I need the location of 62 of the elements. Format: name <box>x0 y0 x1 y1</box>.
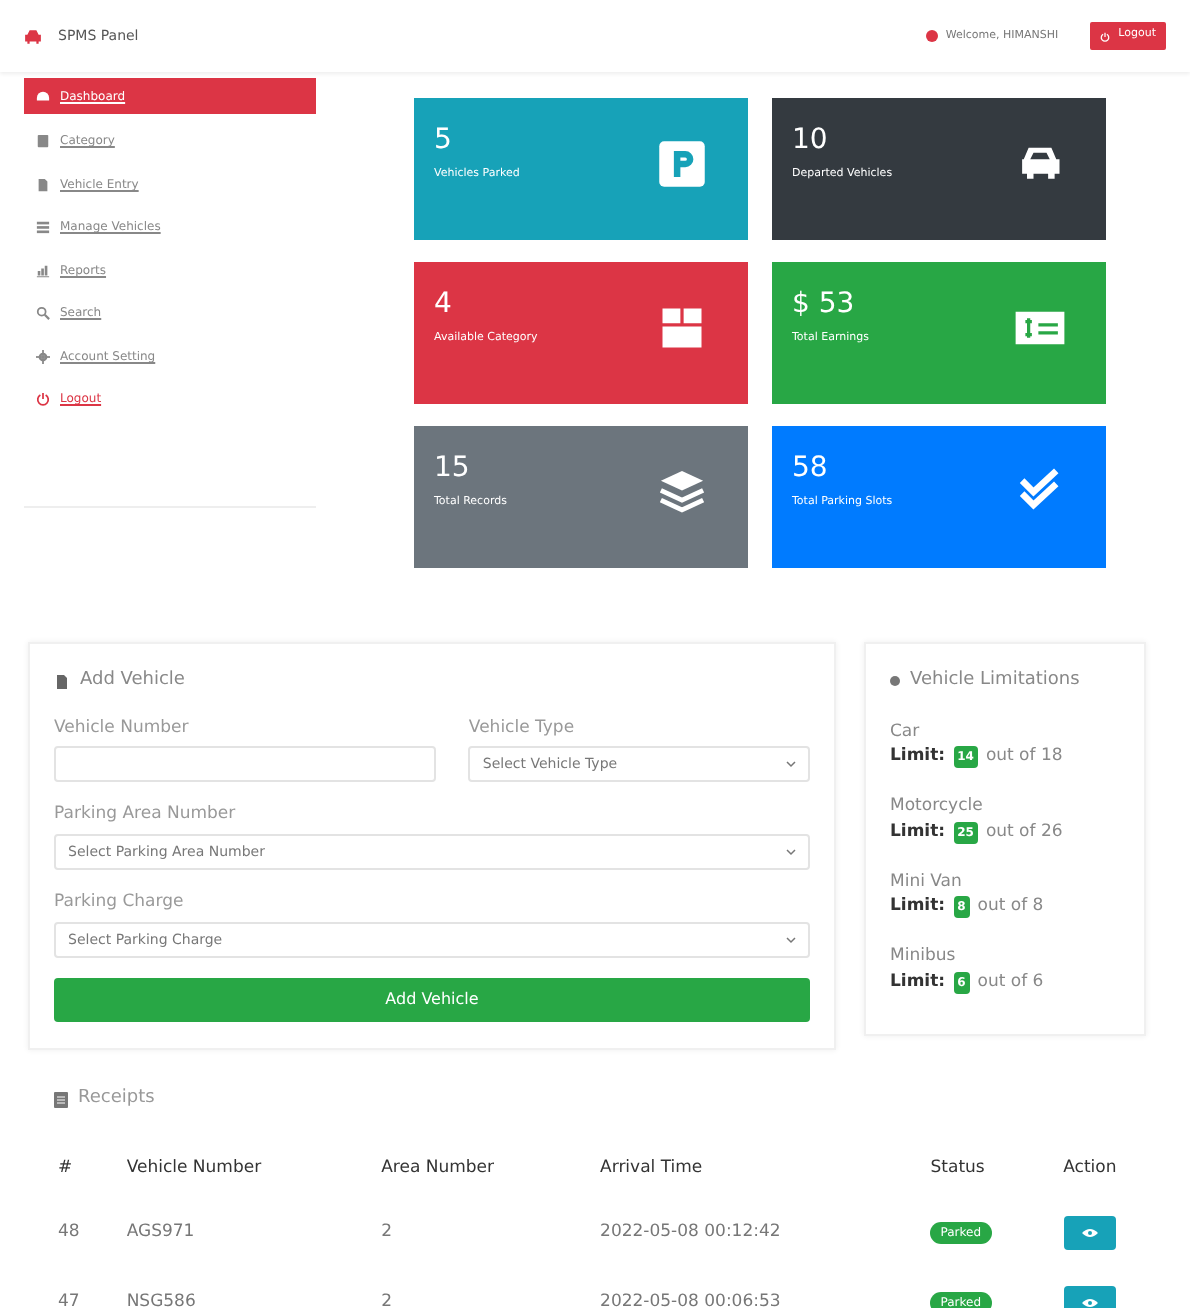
eye-icon <box>1081 1297 1098 1307</box>
stat-value: $ 53 <box>792 290 857 318</box>
section-title: Receipts <box>78 1086 155 1112</box>
limit-total: out of 8 <box>977 894 1044 920</box>
stat-value: 10 <box>792 126 830 154</box>
stat-value: 58 <box>792 454 830 482</box>
column-header: Status <box>928 1156 987 1183</box>
vehicle-type-name: Minibus <box>890 944 958 970</box>
file-icon <box>36 177 50 192</box>
search-icon <box>36 306 50 321</box>
table-cell-text: 2 <box>379 1289 395 1308</box>
field-label: Vehicle Number <box>54 715 191 741</box>
power-icon <box>1100 31 1111 41</box>
book-icon <box>36 134 50 149</box>
table-cell-text: 48 <box>56 1219 82 1246</box>
stat-value: 15 <box>434 454 472 482</box>
limit-label: Limit: <box>890 744 946 770</box>
power-icon <box>36 392 50 407</box>
user-icon <box>925 30 938 42</box>
input-field[interactable] <box>54 746 437 783</box>
field-label: Parking Charge <box>54 890 186 916</box>
chevron-down-icon <box>786 848 796 856</box>
table-cell-text: NSG586 <box>124 1289 198 1308</box>
table-cell-text: 47 <box>56 1289 82 1308</box>
limit-label: Limit: <box>890 894 946 920</box>
limit-label: Limit: <box>890 819 946 845</box>
list-icon <box>36 220 50 235</box>
add-vehicle-button[interactable]: Add Vehicle <box>54 977 810 1022</box>
table-cell-text: 2022-05-08 00:12:42 <box>598 1219 783 1246</box>
gauge-icon <box>36 89 50 103</box>
vehicle-type-name: Mini Van <box>890 869 964 895</box>
table-cell-text: AGS971 <box>124 1219 197 1246</box>
column-header: Arrival Time <box>598 1156 705 1183</box>
panel-title: Vehicle Limitations <box>910 668 1080 694</box>
receipt-icon <box>54 1091 68 1108</box>
chevron-down-icon <box>786 935 796 944</box>
car-icon <box>24 29 42 43</box>
layers-icon <box>656 466 708 518</box>
vehicle-type-name: Motorcycle <box>890 794 985 820</box>
chart-icon <box>36 263 50 278</box>
panel-title: Add Vehicle <box>80 668 185 694</box>
field-label: Parking Area Number <box>54 802 238 828</box>
column-header: Vehicle Number <box>124 1156 264 1183</box>
vehicle-type-name: Car <box>890 719 922 745</box>
chevron-down-icon <box>786 760 796 769</box>
table-cell-text: 2 <box>379 1219 395 1246</box>
view-button[interactable] <box>1063 1215 1116 1249</box>
parking-sign-icon <box>656 138 708 190</box>
limit-total: out of 26 <box>985 819 1063 845</box>
stat-value: 4 <box>434 290 454 318</box>
limit-total: out of 18 <box>985 744 1063 770</box>
stat-value: 5 <box>434 126 454 154</box>
field-label: Vehicle Type <box>468 715 577 741</box>
limit-total: out of 6 <box>977 969 1044 995</box>
table-cell-text: 2022-05-08 00:06:53 <box>598 1289 783 1308</box>
dot-icon <box>890 676 900 687</box>
column-header: Action <box>1061 1156 1119 1183</box>
limit-label: Limit: <box>890 969 946 995</box>
file-icon <box>54 673 70 690</box>
column-header: Area Number <box>379 1156 497 1183</box>
column-header: # <box>56 1156 75 1183</box>
eye-icon <box>1081 1227 1098 1237</box>
